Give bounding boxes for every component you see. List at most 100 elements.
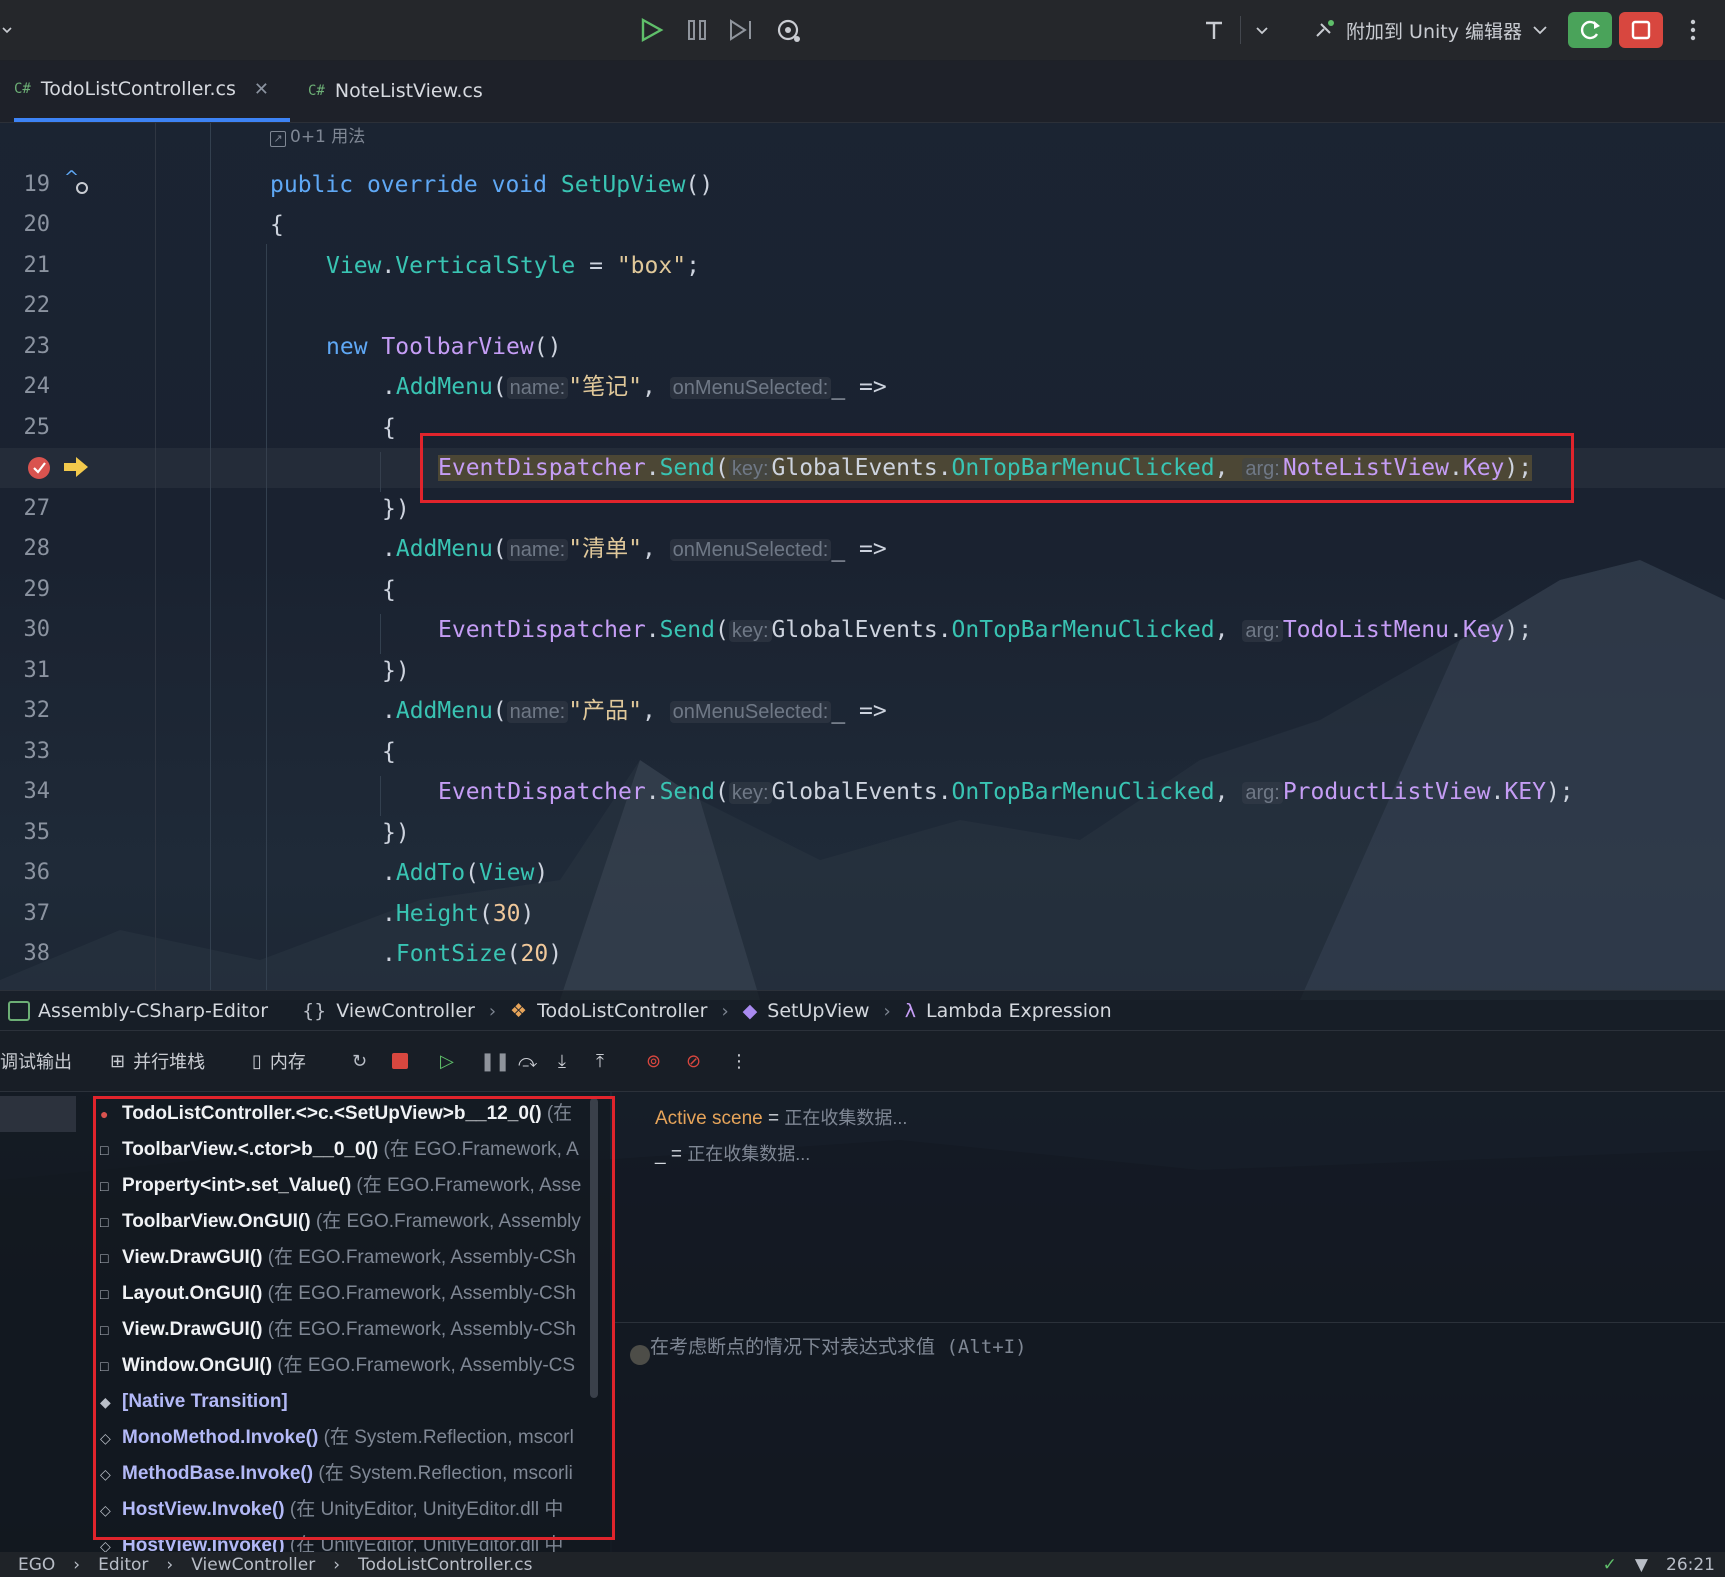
more-options-icon[interactable]: ⋮: [730, 1031, 748, 1091]
pause-icon[interactable]: ❚❚: [480, 1031, 510, 1091]
step-over-icon[interactable]: ⤼: [518, 1031, 537, 1091]
line-number: 33: [23, 739, 51, 764]
breadcrumb-label: SetUpView: [767, 1000, 870, 1022]
line-number: 36: [23, 860, 51, 885]
code-line: 22: [0, 286, 1725, 326]
tab-memory[interactable]: ▯ 内存: [252, 1031, 306, 1091]
line-number: 31: [23, 658, 51, 683]
code-line: 20 {: [0, 205, 1725, 245]
mute-breakpoints-icon[interactable]: ⊘: [686, 1031, 701, 1091]
view-breakpoints-icon[interactable]: ⊚: [646, 1031, 661, 1091]
tab-label: 并行堆栈: [133, 1052, 206, 1073]
lambda-icon: λ: [904, 1000, 916, 1022]
tab-parallel-stacks[interactable]: ⊞ 并行堆栈: [110, 1031, 205, 1091]
parallel-stacks-icon: ⊞: [110, 1050, 126, 1072]
breadcrumb-item-lambda[interactable]: λ Lambda Expression: [905, 1000, 1112, 1022]
rerun-icon[interactable]: ↻: [352, 1031, 367, 1091]
breadcrumb-item-assembly[interactable]: Assembly-CSharp-Editor: [8, 1000, 268, 1022]
code-text: .Height(30): [382, 901, 535, 927]
code-line: 19 ^ public override void SetUpView(): [0, 165, 1725, 205]
status-path-item[interactable]: ViewController: [191, 1555, 315, 1575]
code-line: 21 View.VerticalStyle = "box";: [0, 246, 1725, 286]
code-text: }): [382, 658, 410, 684]
breadcrumb-item-class[interactable]: ❖ TodoListController: [510, 1000, 707, 1022]
chevron-right-icon: ›: [721, 1000, 729, 1022]
attach-unity-label: 附加到 Unity 编辑器: [1346, 20, 1523, 43]
breadcrumb: Assembly-CSharp-Editor {} ViewController…: [0, 990, 1725, 1031]
status-path-item[interactable]: Editor: [98, 1555, 148, 1575]
code-line: 28 .AddMenu(name: "清单", onMenuSelected: _ …: [0, 529, 1725, 569]
tab-debug-output[interactable]: 调试输出: [0, 1031, 72, 1091]
toolbar-divider: [1240, 16, 1241, 44]
stop-icon[interactable]: [392, 1031, 408, 1091]
selected-thread-indicator: [0, 1096, 76, 1132]
code-text: {: [382, 577, 396, 603]
unity-plug-icon: [1316, 20, 1334, 37]
chevron-right-icon: ›: [73, 1554, 81, 1575]
line-number: 35: [23, 820, 51, 845]
code-text: .AddMenu(name: "清单", onMenuSelected: _ =>: [382, 536, 887, 562]
chevron-right-icon: ›: [488, 1000, 497, 1022]
code-text: }): [382, 820, 410, 846]
usage-hint[interactable]: ↗ 0+1 用法: [270, 124, 365, 150]
line-number: 30: [23, 617, 51, 642]
class-icon: ❖: [510, 1000, 528, 1022]
variable-name: Active scene: [655, 1108, 763, 1129]
variable-name: _: [655, 1144, 666, 1165]
code-line: 23 new ToolbarView(): [0, 327, 1725, 367]
line-number: 24: [23, 374, 51, 399]
status-bar: EGO › Editor › ViewController › TodoList…: [0, 1552, 1725, 1577]
tab-label: 调试输出: [0, 1052, 72, 1073]
resume-icon[interactable]: [636, 12, 666, 48]
close-icon[interactable]: ✕: [254, 79, 269, 100]
code-line: 36 .AddTo(View): [0, 853, 1725, 893]
code-editor[interactable]: ↗ 0+1 用法 19 ^ public override void SetUpV…: [0, 122, 1725, 990]
breadcrumb-label: ViewController: [336, 1000, 475, 1022]
step-out-icon[interactable]: ⤒: [596, 1031, 604, 1091]
status-path-item[interactable]: TodoListController.cs: [358, 1555, 532, 1575]
variable-equals: =: [762, 1108, 785, 1129]
chevron-down-icon[interactable]: [0, 12, 14, 48]
build-hammer-icon[interactable]: [1200, 12, 1228, 48]
variable-row[interactable]: _ = 正在收集数据...: [655, 1136, 810, 1173]
refresh-debug-icon: [1580, 20, 1600, 40]
namespace-braces-icon: {}: [302, 1000, 327, 1022]
resume-icon[interactable]: ▷: [440, 1031, 454, 1091]
variable-equals: =: [665, 1144, 688, 1165]
rerun-debug-button[interactable]: [1568, 12, 1612, 48]
step-into-icon[interactable]: ⤓: [558, 1031, 566, 1091]
variable-value: 正在收集数据...: [784, 1108, 908, 1128]
step-icon[interactable]: [726, 12, 756, 48]
tab-todolistcontroller[interactable]: C# TodoListController.cs ✕: [14, 60, 290, 122]
csharp-file-icon: C#: [14, 81, 31, 97]
tab-notelistview[interactable]: C# NoteListView.cs: [308, 60, 528, 122]
variable-row[interactable]: Active scene = 正在收集数据...: [655, 1100, 907, 1137]
line-number: 38: [23, 941, 51, 966]
breadcrumb-item-method[interactable]: ◆ SetUpView: [743, 1000, 870, 1022]
chevron-down-icon[interactable]: [1252, 12, 1272, 48]
implementation-icon[interactable]: [76, 182, 88, 194]
breadcrumb-label: Lambda Expression: [926, 1000, 1112, 1022]
breakpoint-icon[interactable]: [28, 457, 50, 479]
more-options-icon[interactable]: [1680, 12, 1706, 48]
code-text: {: [382, 415, 396, 441]
stop-button[interactable]: [1619, 12, 1663, 48]
code-text: {: [382, 739, 396, 765]
line-number: 32: [23, 698, 51, 723]
attach-unity-dropdown[interactable]: 附加到 Unity 编辑器: [1312, 12, 1552, 48]
filter-icon[interactable]: ▼: [1635, 1555, 1648, 1575]
cursor-position[interactable]: 26:21: [1666, 1555, 1715, 1575]
status-ok-icon[interactable]: ✓: [1603, 1555, 1617, 1575]
pause-icon[interactable]: [682, 12, 712, 48]
stop-icon: [1631, 20, 1651, 40]
code-line: 30 EventDispatcher.Send(key: GlobalEvents…: [0, 610, 1725, 650]
breadcrumb-item-namespace[interactable]: {} ViewController: [302, 1000, 475, 1022]
debug-toolbar: 调试输出 ⊞ 并行堆栈 ▯ 内存 ↻ ▷ ❚❚ ⤼ ⤓ ⤒ ⊚ ⊘ ⋮: [0, 1030, 1725, 1092]
status-path-item[interactable]: EGO: [18, 1555, 55, 1575]
evaluate-expression-input[interactable]: 在考虑断点的情况下对表达式求值 (Alt+I): [650, 1332, 1027, 1359]
breadcrumb-label: Assembly-CSharp-Editor: [38, 1000, 269, 1022]
debug-gear-icon[interactable]: [772, 12, 804, 48]
variable-value: 正在收集数据...: [687, 1144, 811, 1164]
code-text: EventDispatcher.Send(key: GlobalEvents.On…: [438, 617, 1533, 643]
code-line: 29 {: [0, 570, 1725, 610]
